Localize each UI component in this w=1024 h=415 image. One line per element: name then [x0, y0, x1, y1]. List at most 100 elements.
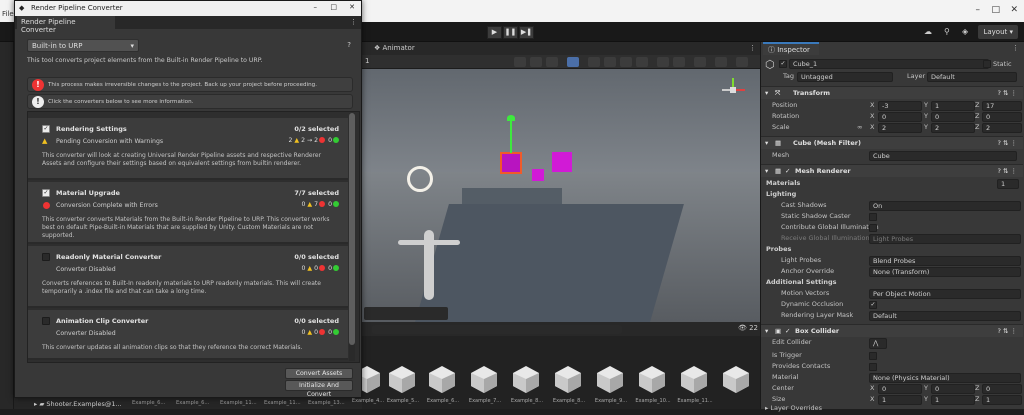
play-icon[interactable]: ▶ — [487, 26, 502, 39]
tools-icon[interactable] — [715, 57, 727, 67]
mesh-filter-header[interactable]: ▾ ▦ Cube (Mesh Filter) ? ⇅ ⋮ — [761, 136, 1023, 149]
asset-label[interactable]: Example_11... — [264, 400, 301, 406]
magenta-cube[interactable] — [552, 152, 572, 172]
converter-card-animation-clip[interactable]: Animation Clip Converter 0/0 selected Co… — [28, 310, 348, 360]
minimize-icon[interactable]: – — [976, 5, 981, 15]
gizmos-icon[interactable] — [694, 57, 706, 67]
folder-item[interactable]: ▸ ▰ Shooter.Examples@1... — [34, 400, 122, 408]
position-y-field[interactable]: 1 — [931, 101, 975, 111]
fx-icon[interactable] — [636, 57, 648, 67]
snap-icon[interactable] — [530, 57, 542, 67]
prefab-icon[interactable] — [637, 364, 667, 394]
enabled-checkbox[interactable]: ✓ — [785, 167, 790, 175]
static-shadow-checkbox[interactable] — [869, 213, 877, 221]
prefab-icon[interactable] — [721, 364, 751, 394]
converter-checkbox[interactable] — [42, 317, 50, 325]
move-gizmo-arrow[interactable] — [507, 115, 515, 121]
scrollbar-thumb[interactable] — [349, 113, 355, 345]
materials-count[interactable]: 1 — [997, 179, 1019, 189]
layer-dropdown[interactable]: Default — [927, 72, 1017, 82]
close-icon[interactable]: ✕ — [349, 3, 355, 11]
hidden-icon[interactable] — [657, 57, 669, 67]
camera-icon[interactable] — [673, 57, 685, 67]
search-icon[interactable]: ⚲ — [944, 27, 950, 36]
layer-overrides-foldout[interactable]: ▸ Layer Overrides — [765, 404, 822, 412]
material-field[interactable]: None (Physics Material) — [869, 373, 1021, 383]
active-checkbox[interactable]: ✓ — [779, 60, 787, 68]
sun-icon[interactable] — [407, 166, 433, 192]
edit-collider-button[interactable]: ⋀ — [869, 338, 887, 349]
position-x-field[interactable]: -3 — [878, 101, 922, 111]
is-trigger-checkbox[interactable] — [869, 352, 877, 360]
settings-icon[interactable]: ? ⇅ ⋮ — [997, 139, 1017, 147]
magenta-cube-small[interactable] — [532, 169, 544, 181]
cast-shadows-dropdown[interactable]: On — [869, 201, 1021, 211]
center-z-field[interactable]: 0 — [982, 384, 1022, 394]
step-icon[interactable]: ▶❚ — [519, 26, 534, 39]
converter-checkbox[interactable]: ✓ — [42, 125, 50, 133]
scale-z-field[interactable]: 2 — [982, 123, 1022, 133]
converter-card-material-upgrade[interactable]: ✓ Material Upgrade 7/7 selected Conversi… — [28, 182, 348, 244]
tab-inspector[interactable]: ⓘ Inspector — [763, 42, 819, 55]
tab-render-pipeline-converter[interactable]: Render Pipeline Converter — [17, 16, 115, 34]
close-icon[interactable]: ✕ — [1010, 5, 1018, 15]
probes-foldout[interactable]: Probes — [766, 245, 791, 253]
audio-icon[interactable] — [620, 57, 632, 67]
contribute-gi-checkbox[interactable] — [869, 224, 877, 232]
tab-animator[interactable]: ❖ Animator — [374, 44, 415, 52]
light-probes-dropdown[interactable]: Blend Probes — [869, 256, 1021, 266]
converter-type-dropdown[interactable]: Built-in to URP ▾ — [27, 39, 139, 52]
scale-x-field[interactable]: 2 — [878, 123, 922, 133]
asset-label[interactable]: Example_11... — [220, 400, 257, 406]
asset-label[interactable]: Example_8... — [507, 398, 547, 404]
object-name-field[interactable]: Cube_1 — [789, 59, 989, 69]
minimize-icon[interactable]: – — [314, 3, 318, 11]
mesh-renderer-header[interactable]: ▾ ▦ ✓ Mesh Renderer ? ⇅ ⋮ — [761, 164, 1023, 177]
character-model[interactable] — [424, 230, 434, 300]
rendering-layer-mask-dropdown[interactable]: Default — [869, 311, 1021, 321]
asset-label[interactable]: Example_5... — [383, 398, 423, 404]
initialize-and-convert-button[interactable]: Initialize And Convert — [285, 380, 353, 398]
prefab-icon[interactable] — [469, 364, 499, 394]
prefab-icon[interactable] — [427, 364, 457, 394]
asset-label[interactable]: Example_11... — [675, 398, 715, 404]
scene-view[interactable] — [362, 42, 760, 322]
anchor-override-field[interactable]: None (Transform) — [869, 267, 1021, 277]
mesh-field[interactable]: Cube — [869, 151, 1017, 161]
prefab-icon[interactable] — [553, 364, 583, 394]
more-icon[interactable]: ⋮ — [350, 18, 357, 26]
provides-contacts-checkbox[interactable] — [869, 363, 877, 371]
transform-header[interactable]: ▾ ⤧ Transform ? ⇅ ⋮ — [761, 86, 1023, 99]
asset-label[interactable]: Example_9... — [591, 398, 631, 404]
prefab-icon[interactable] — [387, 364, 417, 394]
rotation-x-field[interactable]: 0 — [878, 112, 922, 122]
rotation-y-field[interactable]: 0 — [931, 112, 975, 122]
materials-foldout[interactable]: Materials — [766, 179, 800, 187]
additional-settings-foldout[interactable]: Additional Settings — [766, 278, 837, 286]
maximize-icon[interactable]: □ — [991, 5, 1000, 15]
converter-card-rendering-settings[interactable]: ✓ Rendering Settings 0/2 selected ▲ Pend… — [28, 118, 348, 180]
move-gizmo-y[interactable] — [510, 117, 512, 153]
asset-label[interactable]: Example_10... — [633, 398, 673, 404]
lighting-foldout[interactable]: Lighting — [766, 190, 796, 198]
box-collider-header[interactable]: ▾ ▣ ✓ Box Collider ? ⇅ ⋮ — [761, 324, 1023, 337]
converter-checkbox[interactable] — [42, 253, 50, 261]
asset-label[interactable]: Example_6... — [132, 400, 165, 406]
help-icon[interactable]: ? — [347, 41, 351, 49]
rotation-z-field[interactable]: 0 — [982, 112, 1022, 122]
more-icon[interactable]: ⋮ — [749, 44, 756, 52]
center-y-field[interactable]: 0 — [931, 384, 975, 394]
static-checkbox[interactable] — [983, 60, 991, 68]
file-menu[interactable]: File — [0, 10, 14, 22]
2d-icon[interactable] — [588, 57, 600, 67]
more-icon[interactable]: ⋮ — [1012, 44, 1019, 52]
tag-dropdown[interactable]: Untagged — [797, 72, 893, 82]
convert-assets-button[interactable]: Convert Assets — [285, 368, 353, 379]
settings-icon[interactable]: ? ⇅ ⋮ — [997, 89, 1017, 97]
orientation-gizmo-icon[interactable] — [718, 75, 748, 105]
converter-card-readonly-material[interactable]: Readonly Material Converter 0/0 selected… — [28, 246, 348, 308]
asset-label[interactable]: Example_4... — [348, 398, 388, 404]
asset-label[interactable]: Example_6... — [176, 400, 209, 406]
scene-tool-bar[interactable] — [364, 307, 448, 320]
asset-label[interactable]: Example_7... — [465, 398, 505, 404]
